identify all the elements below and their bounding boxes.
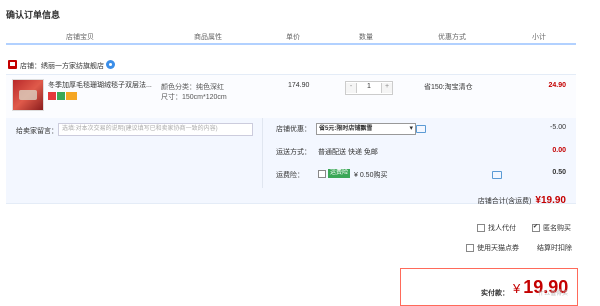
divider [262,118,263,188]
shop-total-label: 店铺合计(含运费) [477,198,532,205]
shop-icon [8,60,17,69]
order-options-panel: 给卖家留言： 选填:对本次交易的说明(建议填写已和卖家协商一致的内容) 店铺优惠… [6,118,576,206]
message-label: 给卖家留言： [16,128,58,135]
insurance-checkbox[interactable] [318,170,326,178]
shop-row: 店铺：绣丽一方家纺旗舰店 [6,57,576,73]
tmall-points-link[interactable]: 结算时扣除 [537,243,572,253]
comment-icon[interactable] [492,171,502,179]
final-label: 实付款： [481,290,509,297]
watermark: 什么值得买 [538,291,569,297]
promo-text: 省150:淘宝清仓 [424,84,473,91]
shipping-label: 运送方式： [276,149,311,156]
tmall-points-label: 使用天猫点券 [477,245,519,252]
tmall-points-checkbox[interactable] [466,244,474,252]
discount-select[interactable]: 省5元:限时店铺飘雪 [316,123,416,135]
anonymous-label: 匿名购买 [543,225,571,232]
quantity-stepper: - 1 + [345,81,393,95]
comment-icon[interactable] [416,125,426,133]
shop-name[interactable]: 店铺：绣丽一方家纺旗舰店 [20,61,104,71]
order-table-header: 店铺宝贝 商品属性 单价 数量 优惠方式 小计 [6,29,576,45]
qty-input[interactable]: 1 [358,83,380,90]
col-qty: 数量 [359,34,373,41]
page-title: 确认订单信息 [6,10,61,20]
shipping-method: 普通配送 快递 免邮 [318,149,378,156]
shipping-value: 0.00 [552,147,566,154]
discount-label: 店铺优惠： [276,126,311,133]
card-icon [66,92,77,100]
badge-icon [48,92,56,100]
col-promo: 优惠方式 [438,34,466,41]
product-thumbnail[interactable] [12,79,44,111]
final-payment-box: 实付款： ¥19.90 [400,268,578,306]
insurance-value: 0.50 [552,169,566,176]
seller-message-input[interactable]: 选填:对本次交易的说明(建议填写已和卖家协商一致的内容) [58,123,253,136]
shop-total: 店铺合计(含运费) ¥19.90 [478,195,566,206]
currency-symbol: ¥ [513,281,521,296]
anonymous-checkbox[interactable] [532,223,540,232]
attr-size: 尺寸：150cm*120cm [161,94,227,101]
order-item-row: 冬季加厚毛毯珊瑚绒毯子双层法... 颜色分类：纯色深红 尺寸：150cm*120… [6,74,576,120]
qty-decrease-button[interactable]: - [346,83,357,93]
attr-color: 颜色分类：纯色深红 [161,84,224,91]
shop-total-value: ¥19.90 [535,195,566,206]
col-item: 店铺宝贝 [66,34,94,41]
product-badges [48,92,78,100]
col-price: 单价 [286,34,300,41]
insurance-label: 运费险： [276,172,304,179]
col-attr: 商品属性 [194,34,222,41]
insurance-tag: 运费险 [328,169,351,178]
proxy-pay-label: 找人代付 [488,225,516,232]
wangwang-chat-icon[interactable] [106,60,115,69]
discount-value: -5.00 [550,124,566,131]
unit-price: 174.90 [288,82,310,89]
proxy-pay-checkbox[interactable] [477,224,485,232]
product-name[interactable]: 冬季加厚毛毯珊瑚绒毯子双层法... [48,80,156,90]
item-subtotal: 24.90 [548,82,566,89]
guarantee-icon [57,92,65,100]
col-subtotal: 小计 [532,34,546,41]
insurance-price: ¥ 0.50购买 [354,172,388,179]
qty-increase-button[interactable]: + [381,83,392,93]
